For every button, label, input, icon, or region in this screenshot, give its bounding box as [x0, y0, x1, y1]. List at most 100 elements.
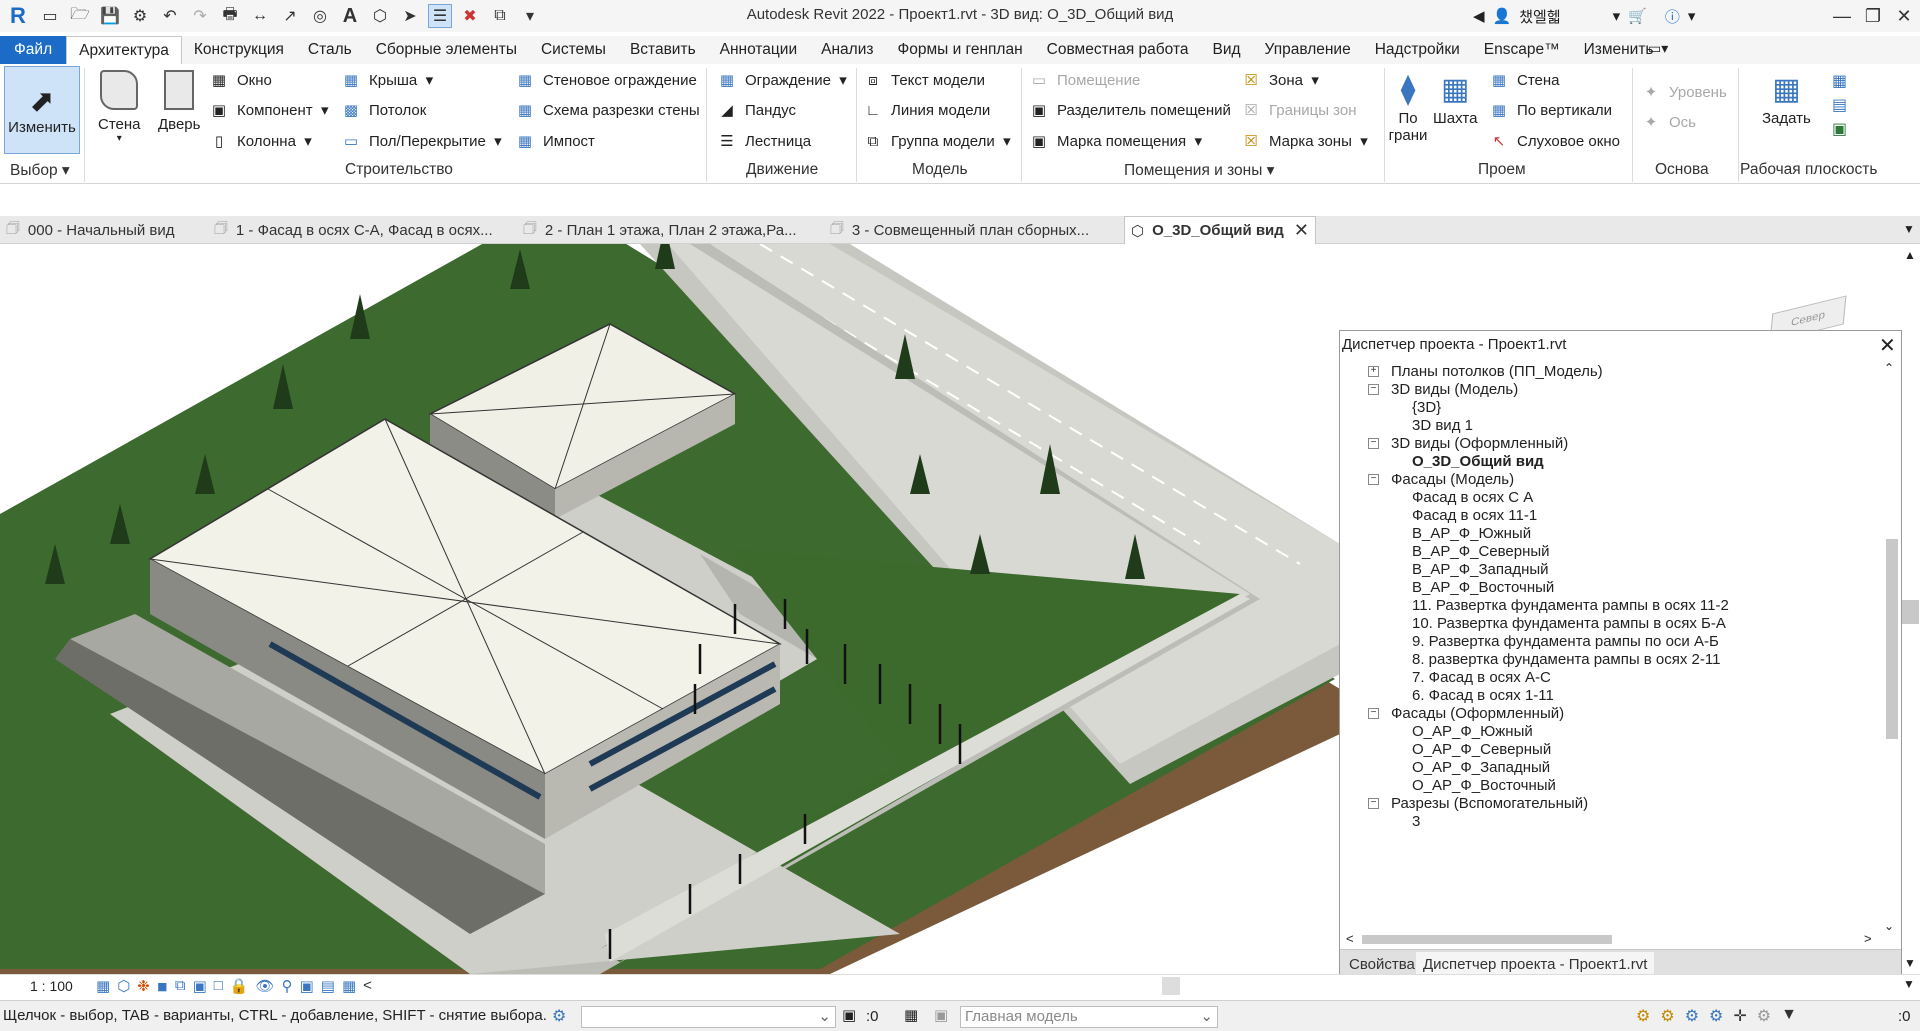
- curtain-system-button[interactable]: ▦ Стеновое ограждение: [514, 67, 697, 93]
- vertical-opening-button[interactable]: ▦ По вертикали: [1488, 97, 1612, 123]
- floor-button[interactable]: ▭ Пол/Перекрытие ▾: [340, 128, 502, 154]
- help-icon[interactable]: ⓘ: [1665, 6, 1680, 27]
- customize-qat-icon[interactable]: ▾: [518, 4, 542, 28]
- scroll-thumb[interactable]: [1901, 600, 1919, 624]
- workset-select[interactable]: ⌄: [581, 1006, 836, 1028]
- room-button[interactable]: ▭ Помещение: [1028, 67, 1140, 93]
- select-pinned-icon[interactable]: ⚙: [1685, 1006, 1699, 1026]
- menu-tab[interactable]: Архитектура: [66, 36, 182, 64]
- component-button[interactable]: ▣ Компонент ▾: [208, 97, 329, 123]
- worksets-icon[interactable]: ⚙: [552, 1006, 566, 1026]
- tree-scrollbar[interactable]: ⌃ ⌄: [1880, 359, 1900, 939]
- area-tag-button[interactable]: ☒ Марка зоны ▾: [1240, 128, 1367, 154]
- curtain-grid-button[interactable]: ▦ Схема разрезки стены: [514, 97, 700, 123]
- menu-tab[interactable]: Конструкция: [182, 36, 296, 64]
- room-tag-button[interactable]: ▣ Марка помещения ▾: [1028, 128, 1202, 154]
- sun-path-icon[interactable]: ❉: [137, 977, 150, 995]
- render-icon[interactable]: ⧉: [175, 977, 186, 995]
- help-dropdown-icon[interactable]: ▾: [1688, 7, 1696, 25]
- model-text-button[interactable]: ⧈ Текст модели: [862, 67, 985, 93]
- main-model-select[interactable]: Главная модель ⌄: [960, 1006, 1218, 1028]
- menu-tab[interactable]: Надстройки: [1363, 36, 1472, 64]
- tree-group[interactable]: 3D виды (Модель): [1391, 379, 1518, 401]
- filter-icon[interactable]: ▼: [1781, 1006, 1797, 1026]
- menu-tab[interactable]: Совместная работа: [1035, 36, 1201, 64]
- shadows-icon[interactable]: ◾: [157, 977, 168, 995]
- view-tab-start[interactable]: 🗇 000 - Начальный вид: [6, 216, 175, 244]
- view-tab-plan[interactable]: 🗇 2 - План 1 этажа, План 2 этажа,Ра...: [523, 216, 797, 244]
- tree-scroll-thumb[interactable]: [1886, 539, 1898, 739]
- stair-button[interactable]: ☰ Лестница: [716, 128, 811, 154]
- select-underlay-icon[interactable]: ⚙: [1660, 1006, 1674, 1026]
- save-icon[interactable]: 💾: [98, 4, 122, 28]
- select-links-icon[interactable]: ⚙: [1636, 1006, 1650, 1026]
- revit-logo[interactable]: R: [4, 2, 32, 30]
- shaft-button[interactable]: ▦ Шахта: [1433, 70, 1477, 127]
- menu-tab[interactable]: Системы: [529, 36, 618, 64]
- room-separator-button[interactable]: ▣ Разделитель помещений: [1028, 97, 1231, 123]
- close-browser-icon[interactable]: ✕: [1879, 333, 1896, 358]
- close-tab-icon[interactable]: ✕: [1294, 220, 1309, 241]
- tree-item[interactable]: 3: [1412, 811, 1420, 833]
- ref-plane-icon[interactable]: ▤: [1832, 94, 1847, 118]
- menu-tab[interactable]: Анализ: [809, 36, 885, 64]
- show-crop-icon[interactable]: □: [214, 977, 223, 995]
- tree-group[interactable]: Разрезы (Вспомогательный): [1391, 793, 1588, 815]
- drag-elements-icon[interactable]: ✛: [1733, 1006, 1746, 1026]
- menu-tab[interactable]: Аннотации: [708, 36, 809, 64]
- expand-icon[interactable]: +: [1368, 366, 1379, 377]
- dimension-icon[interactable]: ↗: [278, 4, 302, 28]
- redo-icon[interactable]: ↷: [188, 4, 212, 28]
- opening-by-face-button[interactable]: ⧫ По грани: [1388, 70, 1428, 144]
- scale-label[interactable]: 1 : 100: [30, 978, 73, 994]
- design-options-2-icon[interactable]: ▣: [934, 1006, 948, 1024]
- viewport-scrollbar[interactable]: ▲ ▼: [1900, 244, 1920, 974]
- thin-lines-icon[interactable]: ☰: [428, 4, 452, 28]
- cart-icon[interactable]: 🛒: [1628, 7, 1647, 25]
- tree-scroll-down-icon[interactable]: ⌄: [1884, 919, 1894, 933]
- roof-button[interactable]: ▦ Крыша ▾: [340, 67, 433, 93]
- open-folder-icon[interactable]: 🗁: [68, 4, 92, 28]
- panel-switch-icon[interactable]: ▭▾: [1648, 40, 1668, 57]
- constraints-icon[interactable]: ▦: [342, 977, 356, 995]
- modify-button[interactable]: ⬈ Изменить: [4, 66, 80, 154]
- menu-tab[interactable]: Управление: [1253, 36, 1363, 64]
- nav-left-icon[interactable]: ◀: [1473, 7, 1485, 25]
- switch-windows-icon[interactable]: ⧉: [488, 4, 512, 28]
- tag-icon[interactable]: ◎: [308, 4, 332, 28]
- user-name[interactable]: 챘엘헯: [1519, 6, 1560, 27]
- tabs-menu-icon[interactable]: ▼: [1903, 222, 1915, 236]
- 3d-view-icon[interactable]: ⬡: [368, 4, 392, 28]
- model-group-button[interactable]: ⧉ Группа модели ▾: [862, 128, 1011, 154]
- collapse-icon[interactable]: −: [1368, 798, 1379, 809]
- visual-style-icon[interactable]: ⬡: [117, 977, 130, 995]
- collapse-icon[interactable]: −: [1368, 474, 1379, 485]
- mullion-button[interactable]: ▦ Импост: [514, 128, 595, 154]
- section-icon[interactable]: ➤: [398, 4, 422, 28]
- new-icon[interactable]: ▭: [38, 4, 62, 28]
- temp-props-icon[interactable]: ▣: [300, 977, 314, 995]
- set-workplane-button[interactable]: ▦ Задать: [1762, 70, 1811, 127]
- collapse-icon[interactable]: <: [363, 977, 372, 995]
- level-button[interactable]: ✦ Уровень: [1640, 79, 1727, 105]
- hscroll-thumb[interactable]: [1162, 977, 1180, 995]
- door-button[interactable]: Дверь: [158, 70, 200, 133]
- rooms-group-label[interactable]: Помещения и зоны ▾: [1124, 161, 1274, 180]
- tree-hscrollbar[interactable]: < >: [1340, 929, 1880, 949]
- menu-tab[interactable]: Сборные элементы: [364, 36, 529, 64]
- analytical-icon[interactable]: ▤: [321, 977, 335, 995]
- background-process-icon[interactable]: ⚙: [1757, 1006, 1771, 1026]
- tree-scroll-up-icon[interactable]: ⌃: [1884, 361, 1894, 375]
- close-icon[interactable]: ✕: [1886, 0, 1920, 32]
- window-button[interactable]: ▦ Окно: [208, 67, 272, 93]
- text-icon[interactable]: A: [338, 4, 362, 28]
- detail-level-icon[interactable]: ▦: [96, 977, 110, 995]
- view-tab-facade[interactable]: 🗇 1 - Фасад в осях С-А, Фасад в осях...: [214, 216, 493, 244]
- viewer-icon[interactable]: ▣: [1832, 118, 1847, 142]
- dormer-button[interactable]: ↖ Слуховое окно: [1488, 128, 1620, 154]
- model-line-button[interactable]: ∟ Линия модели: [862, 97, 991, 123]
- area-button[interactable]: ☒ Зона ▾: [1240, 67, 1319, 93]
- scroll-down-icon[interactable]: ▼: [1904, 956, 1916, 970]
- ceiling-button[interactable]: ▩ Потолок: [340, 97, 426, 123]
- show-workplane-icon[interactable]: ▦: [1832, 70, 1847, 94]
